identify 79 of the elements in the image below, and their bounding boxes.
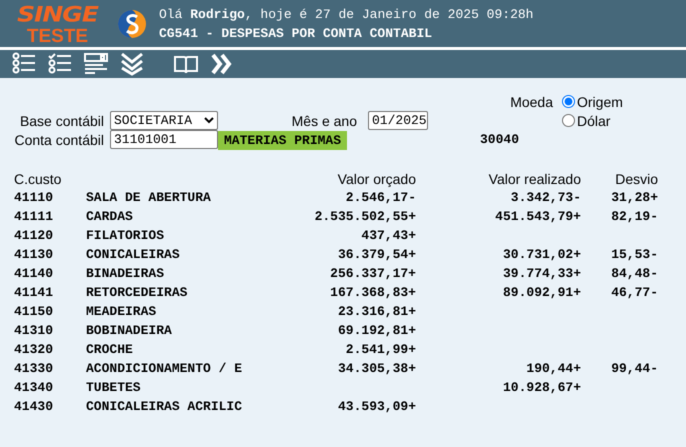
table-cell-text: MEADEIRAS xyxy=(86,304,158,319)
table-cell: 99,44- xyxy=(611,361,658,376)
account-code: 30040 xyxy=(480,132,520,147)
base-select[interactable]: SOCIETARIA xyxy=(110,111,218,130)
logo-text: SINGE xyxy=(17,2,98,26)
account-name: MATERIAS PRIMAS xyxy=(218,130,348,150)
table-cell-text: 41140 xyxy=(14,266,54,281)
currency-radio[interactable]: Dólar xyxy=(562,112,686,128)
table-cell: 2.541,99+ xyxy=(346,342,416,357)
table-cell: 34.305,38+ xyxy=(338,361,416,376)
table-cell: 39.774,33+ xyxy=(502,266,581,281)
radio-label: Dólar xyxy=(577,112,610,128)
table-cell-text: BINADEIRAS xyxy=(86,266,166,281)
radio-label: Origem xyxy=(577,94,623,110)
double-chevron-down-icon[interactable] xyxy=(120,52,144,76)
table-cell-text: CROCHE xyxy=(86,342,134,357)
table-cell-text: CARDAS xyxy=(86,209,134,224)
table-cell: 43.593,09+ xyxy=(338,399,416,414)
table-cell: 82,19- xyxy=(611,209,658,224)
table-cell: 15,53- xyxy=(611,247,658,262)
table-cell: 256.337,17+ xyxy=(330,266,416,281)
table-cell: 23.316,81+ xyxy=(338,304,416,319)
table-cell-text: FILATORIOS xyxy=(86,228,166,243)
table-cell: 451.543,79+ xyxy=(495,209,581,224)
radio-button[interactable] xyxy=(562,114,575,127)
table-cell: 31,28+ xyxy=(611,190,658,205)
table-cell: 36.379,54+ xyxy=(338,247,416,262)
table-cell-text: 41340 xyxy=(14,380,54,395)
radio-button[interactable] xyxy=(562,95,575,108)
table-cell: 437,43+ xyxy=(361,228,416,243)
table-cell-text: 41120 xyxy=(14,228,54,243)
table-cell-text: CONICALEIRAS xyxy=(86,247,181,262)
account-label: Conta contábil xyxy=(14,132,104,148)
period-label: Mês e ano xyxy=(292,112,358,128)
double-chevron-right-icon[interactable] xyxy=(210,52,234,76)
account-field[interactable]: 31101001 xyxy=(110,130,218,149)
logo-icon xyxy=(117,8,147,38)
checklist-icon[interactable] xyxy=(48,52,72,76)
table-cell-text: RETORCEDEIRAS xyxy=(86,285,188,300)
table-cell-text: 41320 xyxy=(14,342,54,357)
table-cell: 190,44+ xyxy=(526,361,581,376)
column-header: Desvio xyxy=(615,170,658,186)
greeting-text: Olá Rodrigo, hoje é 27 de Janeiro de 2025 09:28h xyxy=(159,6,534,22)
table-cell-text: 41330 xyxy=(14,361,54,376)
table-cell-text: 41110 xyxy=(14,190,54,205)
table-cell-text: ACONDICIONAMENTO / E xyxy=(86,361,244,376)
table-cell: 167.368,83+ xyxy=(330,285,416,300)
caret-icon xyxy=(204,117,214,124)
table-cell: 2.535.502,55+ xyxy=(314,209,416,224)
table-cell: 69.192,81+ xyxy=(338,323,416,338)
table-cell-text: 41111 xyxy=(14,209,54,224)
table-cell-text: BOBINADEIRA xyxy=(86,323,173,338)
table-cell-text: 41130 xyxy=(14,247,54,262)
table-cell-text: CONICALEIRAS ACRILIC xyxy=(86,399,244,414)
table-cell-text: SALA DE ABERTURA xyxy=(86,190,212,205)
table-cell-text: 41141 xyxy=(14,285,54,300)
page-title: CG541 - DESPESAS POR CONTA CONTABIL xyxy=(159,26,434,40)
list-icon[interactable] xyxy=(12,52,36,76)
period-field[interactable]: 01/2025 xyxy=(368,111,428,130)
table-cell: 30.731,02+ xyxy=(502,247,581,262)
currency-radio[interactable]: Origem xyxy=(562,94,686,110)
table-cell: 46,77- xyxy=(611,285,658,300)
base-label: Base contábil xyxy=(20,112,104,128)
currency-label: Moeda xyxy=(510,94,553,110)
column-header: Valor realizado xyxy=(488,170,581,186)
table-cell-text: 41430 xyxy=(14,399,54,414)
table-cell: 3.342,73- xyxy=(510,190,581,205)
column-header: Valor orçado xyxy=(338,170,416,186)
table-cell: 89.092,91+ xyxy=(502,285,581,300)
logo-subtitle: TESTE xyxy=(26,26,88,48)
table-cell-text: 41150 xyxy=(14,304,54,319)
column-header: C.custo xyxy=(14,170,62,186)
table-cell: 2.546,17- xyxy=(346,190,416,205)
table-cell-text: TUBETES xyxy=(86,380,142,395)
form-icon[interactable] xyxy=(84,52,108,76)
select-value: SOCIETARIA xyxy=(114,113,192,128)
table-cell-text: 41310 xyxy=(14,323,54,338)
table-cell: 84,48- xyxy=(611,266,658,281)
table-cell: 10.928,67+ xyxy=(502,380,581,395)
